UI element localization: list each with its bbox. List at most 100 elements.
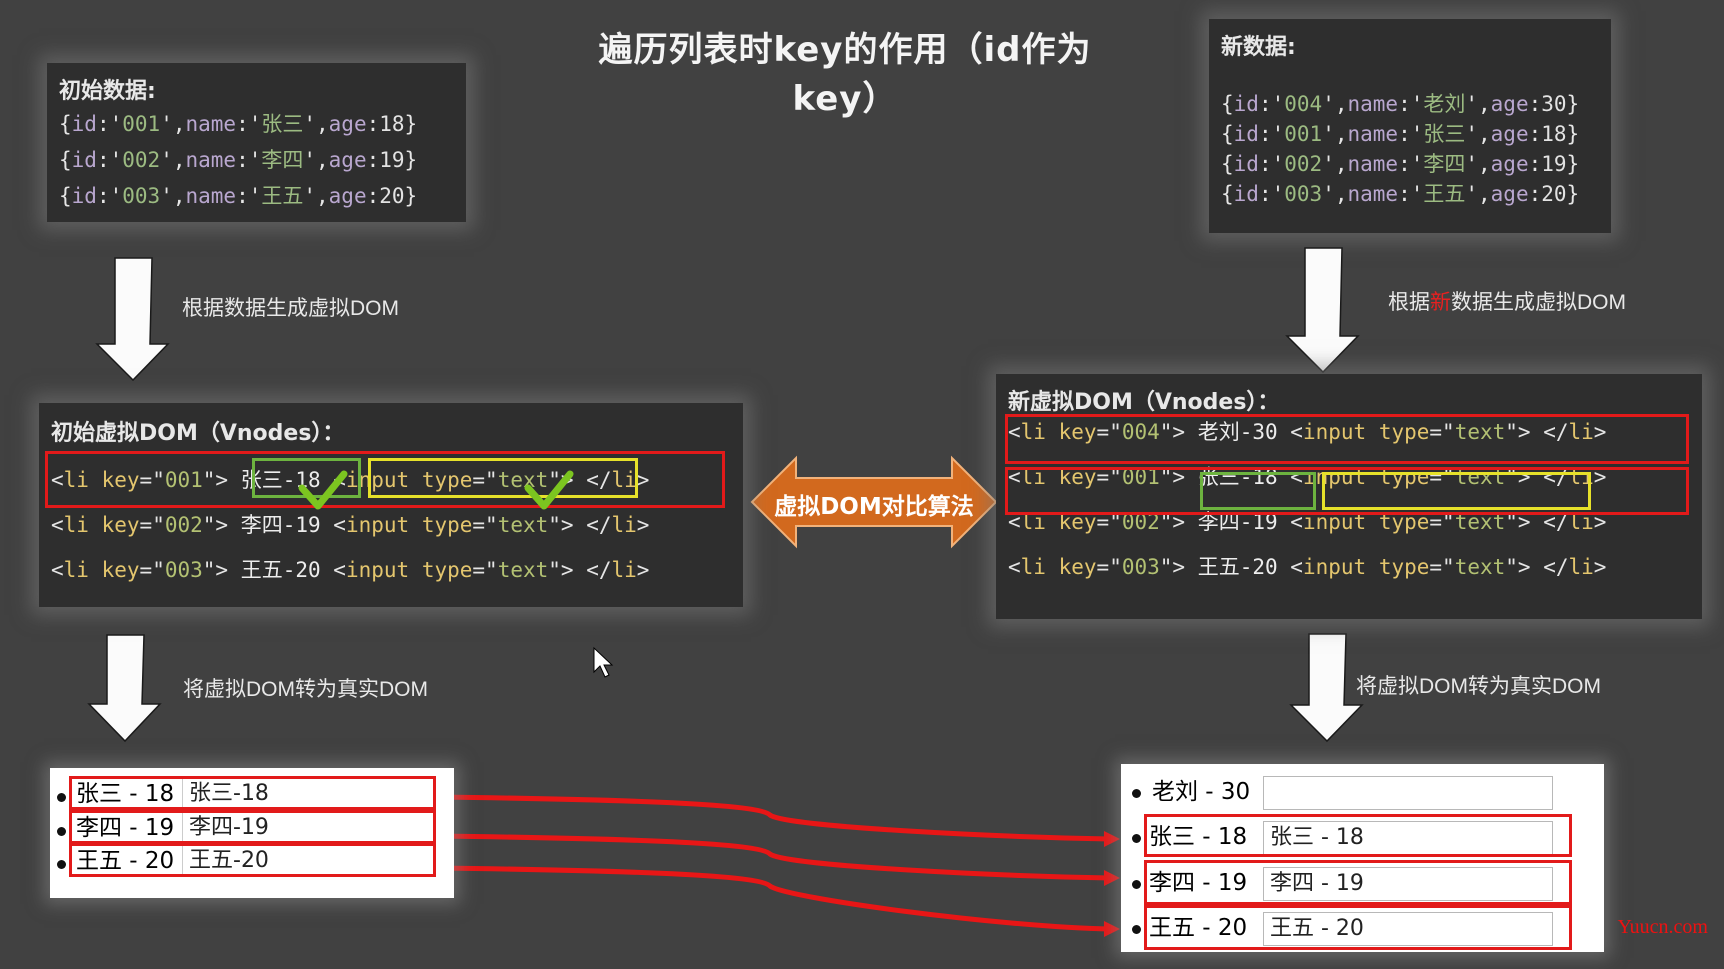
label-highlight: 新 (1430, 291, 1451, 314)
type-attr: type (421, 513, 473, 537)
code-punctuation: ', (303, 148, 329, 172)
code-punctuation: =" (1096, 555, 1122, 579)
input-tag: input (345, 513, 410, 537)
list-bullet (1132, 925, 1141, 934)
highlight-box-new-004 (1005, 414, 1689, 464)
code-punctuation: "> (202, 558, 241, 582)
key-attr: key (1058, 555, 1097, 579)
record-name: 张三 (1423, 122, 1466, 146)
type-attr: type (1378, 555, 1430, 579)
list-bullet (1132, 789, 1141, 798)
name-key: name (185, 112, 237, 136)
code-punctuation: { (1221, 122, 1234, 146)
record-id: 002 (122, 148, 161, 172)
code-punctuation: ', (303, 184, 329, 208)
code-punctuation: :' (236, 184, 262, 208)
li-tag: li (1020, 555, 1046, 579)
label-suffix: 数据生成虚拟DOM (1451, 291, 1626, 314)
code-punctuation: { (1221, 182, 1234, 206)
new-data-heading: 新数据: (1221, 35, 1296, 60)
code-punctuation: { (59, 148, 72, 172)
page-title: 遍历列表时key的作用（id作为key） (598, 30, 1092, 119)
initial-data-panel: 初始数据: {id:'001',name:'张三',age:18} {id:'00… (47, 63, 466, 222)
record-age: 18 (1541, 122, 1567, 146)
diff-algorithm-label: 虚拟DOM对比算法 (774, 494, 974, 520)
record-name: 李四 (261, 148, 304, 172)
age-key: age (1490, 122, 1529, 146)
code-punctuation: "> </ (548, 513, 612, 537)
record-id: 003 (122, 184, 161, 208)
code-punctuation: : (1528, 152, 1542, 176)
code-punctuation: "> </ (548, 558, 612, 582)
text-input[interactable] (1263, 776, 1553, 810)
down-arrow-icon (87, 634, 162, 743)
id-key: id (1233, 152, 1259, 176)
highlight-box-real-right (1144, 814, 1572, 857)
data-record: {id:'001',name:'张三',age:18} (1221, 119, 1579, 149)
code-punctuation: ', (1465, 152, 1491, 176)
code-punctuation (89, 513, 102, 537)
code-punctuation: :' (1398, 92, 1424, 116)
code-punctuation: ', (1322, 92, 1348, 116)
code-punctuation: : (1528, 182, 1542, 206)
code-punctuation: :' (1398, 182, 1424, 206)
code-punctuation: } (1566, 122, 1580, 146)
li-tag: li (63, 513, 89, 537)
code-punctuation: ', (160, 184, 186, 208)
code-punctuation: < (51, 558, 64, 582)
code-punctuation: ', (1322, 182, 1348, 206)
code-punctuation (1366, 555, 1379, 579)
code-punctuation: ', (1465, 182, 1491, 206)
code-punctuation: :' (1258, 182, 1285, 206)
code-punctuation: } (404, 112, 418, 136)
id-key: id (71, 112, 97, 136)
code-punctuation: < (51, 513, 64, 537)
record-name: 王五 (1423, 182, 1466, 206)
code-punctuation: < (1277, 555, 1303, 579)
code-punctuation: ', (160, 148, 186, 172)
code-punctuation (409, 558, 422, 582)
data-record: {id:'003',name:'王五',age:20} (59, 181, 417, 211)
list-bullet (57, 793, 66, 802)
id-key: id (1233, 122, 1259, 146)
code-punctuation (89, 558, 102, 582)
code-punctuation: ', (1465, 92, 1491, 116)
record-name: 张三 (261, 112, 304, 136)
code-punctuation: "> </ (1505, 555, 1569, 579)
code-punctuation: :' (236, 112, 262, 136)
vnode-key: 002 (164, 513, 203, 537)
code-punctuation: } (404, 148, 418, 172)
vnode-line: <li key="003"> 王五-20 <input type="text">… (51, 555, 649, 585)
name-key: name (185, 184, 237, 208)
code-punctuation: < (1008, 555, 1021, 579)
code-punctuation: :' (1398, 152, 1424, 176)
to-real-dom-label-left: 将虚拟DOM转为真实DOM (183, 678, 428, 701)
initial-vdom-heading: 初始虚拟DOM（Vnodes）： (51, 421, 345, 446)
name-key: name (185, 148, 237, 172)
code-punctuation: { (1221, 152, 1234, 176)
vnode-line: <li key="002"> 李四-19 <input type="text">… (51, 510, 649, 540)
list-bullet (57, 827, 66, 836)
vnode-key: 003 (164, 558, 203, 582)
label-prefix: 根据 (1388, 291, 1430, 314)
arrowhead-icon (1104, 831, 1120, 847)
record-age: 18 (379, 112, 405, 136)
code-punctuation: ', (1465, 122, 1491, 146)
code-punctuation: =" (139, 558, 165, 582)
match-box-input-initial (368, 458, 638, 498)
connector-line (433, 794, 1113, 842)
record-age: 20 (379, 184, 405, 208)
code-punctuation: : (366, 112, 380, 136)
vnode-text: 王五-20 (240, 558, 321, 582)
highlight-box-real-right (1144, 905, 1572, 950)
age-key: age (328, 112, 367, 136)
record-id: 002 (1284, 152, 1323, 176)
match-box-text-new (1200, 472, 1316, 510)
list-bullet (1132, 834, 1141, 843)
highlight-box-real-left (69, 843, 436, 877)
data-record: {id:'001',name:'张三',age:18} (59, 109, 417, 139)
code-punctuation (1046, 555, 1059, 579)
code-punctuation: =" (1429, 555, 1455, 579)
record-id: 001 (1284, 122, 1323, 146)
down-arrow-icon (1289, 633, 1364, 743)
